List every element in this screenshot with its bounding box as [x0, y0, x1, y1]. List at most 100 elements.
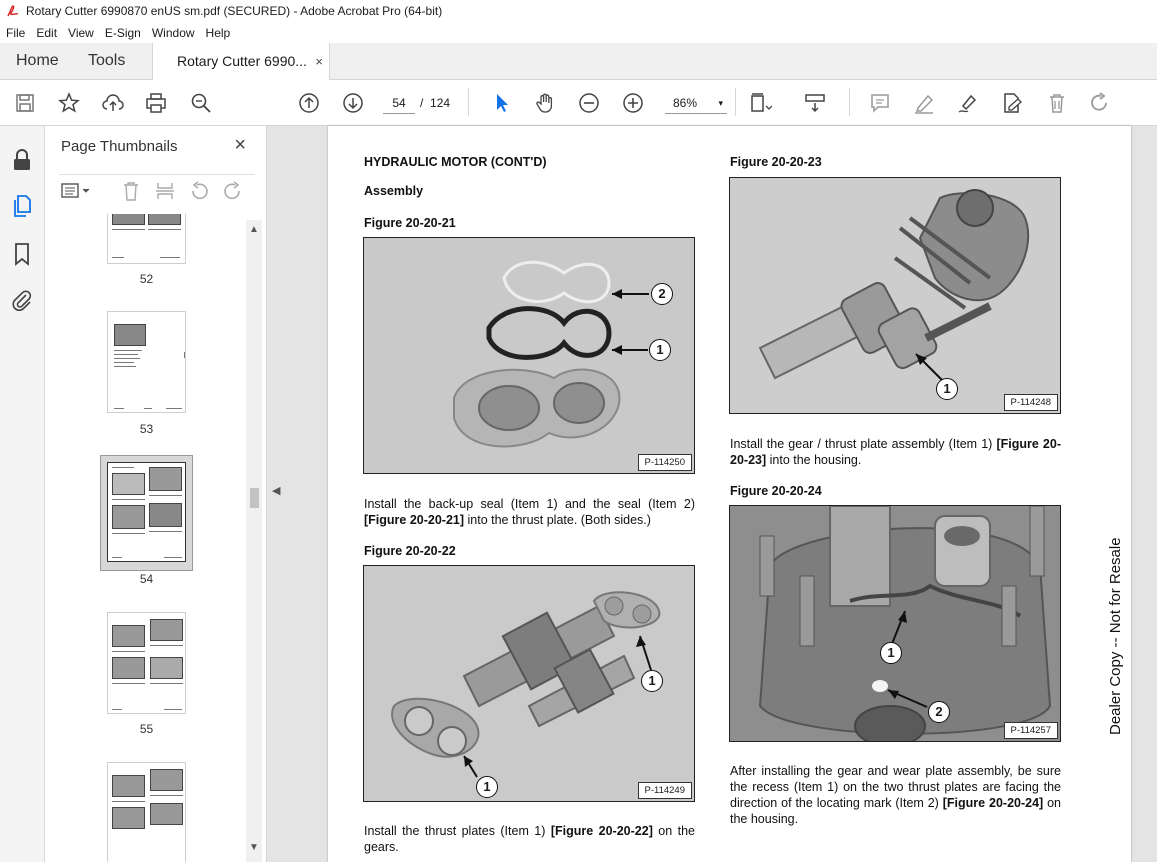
instruction-paragraph: Install the thrust plates (Item 1) [Figu… — [364, 823, 695, 855]
lock-icon[interactable] — [10, 148, 34, 172]
thumbnail-page[interactable] — [107, 311, 186, 413]
menu-window[interactable]: Window — [146, 26, 200, 40]
thumbnail-page[interactable] — [107, 762, 186, 862]
window-title: Rotary Cutter 6990870 enUS sm.pdf (SECUR… — [26, 4, 443, 18]
previous-page-icon[interactable] — [297, 91, 321, 115]
thumbnail-page[interactable] — [107, 214, 186, 264]
thumbnail-scrollbar[interactable]: ▲ ▼ — [246, 220, 262, 862]
tab-tools[interactable]: Tools — [88, 43, 125, 79]
callout-marker: 1 — [880, 642, 902, 664]
figure-title: Figure 20-20-23 — [730, 155, 822, 169]
left-rail — [0, 126, 45, 862]
figure-code: P-114257 — [1003, 722, 1058, 739]
acrobat-icon — [7, 5, 19, 17]
scroll-mode-icon[interactable] — [803, 91, 827, 115]
scroll-down-icon[interactable]: ▼ — [246, 842, 262, 858]
menu-edit[interactable]: Edit — [30, 26, 62, 40]
zoom-value: 86% — [673, 96, 698, 110]
document-tab-label: Rotary Cutter 6990... — [177, 53, 307, 69]
zoom-in-icon[interactable] — [621, 91, 645, 115]
callout-marker: 1 — [476, 776, 498, 798]
highlight-pen-icon[interactable] — [912, 91, 936, 115]
save-icon[interactable] — [13, 91, 37, 115]
figure-image: 1 1 P-114249 — [363, 565, 695, 802]
thumbnail-label: 55 — [139, 722, 154, 736]
star-icon[interactable] — [57, 91, 81, 115]
thumbnail-toolbar — [59, 174, 255, 204]
print-icon[interactable] — [144, 91, 168, 115]
figure-reference-link[interactable]: [Figure 20-20-21] — [364, 513, 464, 527]
callout-marker: 2 — [928, 701, 950, 723]
instruction-text: Install the thrust plates (Item 1) — [364, 824, 551, 838]
sign-pen-icon[interactable] — [956, 91, 980, 115]
edit-pdf-icon[interactable] — [1000, 91, 1024, 115]
menu-view[interactable]: View — [62, 26, 99, 40]
figure-code: P-114250 — [637, 454, 692, 471]
seal-parts-illustration — [453, 260, 649, 448]
instruction-text: Install the back-up seal (Item 1) and th… — [364, 497, 695, 511]
menu-help[interactable]: Help — [200, 26, 236, 40]
page-number-input[interactable]: 54 — [383, 92, 415, 114]
instruction-text: into the housing. — [766, 453, 862, 467]
figure-title: Figure 20-20-24 — [730, 484, 822, 498]
next-page-icon[interactable] — [341, 91, 365, 115]
comment-icon[interactable] — [868, 91, 892, 115]
page-thumbnails-icon[interactable] — [10, 194, 34, 218]
select-cursor-icon[interactable] — [490, 91, 514, 115]
thumbnail-page[interactable] — [107, 612, 186, 714]
rotate-right-icon[interactable] — [223, 181, 243, 201]
figure-reference-link[interactable]: [Figure 20-20-24] — [943, 796, 1043, 810]
thumbnail-label: 54 — [139, 572, 154, 586]
callout-marker: 1 — [936, 378, 958, 400]
figure-image: 2 1 P-114250 — [363, 237, 695, 474]
hand-tool-icon[interactable] — [533, 91, 557, 115]
total-pages: 124 — [430, 96, 451, 110]
housing-top-view-illustration — [758, 506, 1052, 741]
figure-code: P-114248 — [1003, 394, 1058, 411]
toolbar-divider — [849, 88, 850, 116]
figure-code: P-114249 — [637, 782, 692, 799]
close-tab-icon[interactable]: × — [315, 43, 323, 80]
figure-reference-link[interactable]: [Figure 20-20-22] — [551, 824, 653, 838]
tab-document[interactable]: Rotary Cutter 6990... × — [152, 43, 330, 80]
scrollbar-thumb[interactable] — [250, 488, 259, 508]
dealer-watermark: Dealer Copy -- Not for Resale — [1087, 520, 1127, 760]
close-panel-icon[interactable]: × — [234, 134, 246, 157]
callout-marker: 1 — [649, 339, 671, 361]
delete-page-icon[interactable] — [121, 181, 141, 201]
pdf-page: HYDRAULIC MOTOR (CONT'D) Assembly Figure… — [328, 126, 1131, 862]
page-display-icon[interactable] — [749, 91, 773, 115]
figure-title: Figure 20-20-22 — [364, 544, 456, 558]
main-toolbar: 54 / 124 86% ▾ — [0, 80, 1157, 126]
section-heading: HYDRAULIC MOTOR (CONT'D) — [364, 155, 547, 169]
zoom-search-icon[interactable] — [189, 91, 213, 115]
toolbar-divider — [468, 88, 469, 116]
thumbnail-label: 53 — [139, 422, 154, 436]
attachment-icon[interactable] — [10, 288, 34, 312]
delete-icon[interactable] — [1045, 91, 1069, 115]
thumbnail-page-current[interactable] — [107, 462, 186, 562]
menu-esign[interactable]: E-Sign — [99, 26, 146, 40]
tab-home[interactable]: Home — [16, 43, 59, 79]
bookmark-icon[interactable] — [10, 242, 34, 266]
thumbnail-list[interactable]: 52 53 54 55 — [45, 214, 249, 862]
instruction-text: Install the gear / thrust plate assembly… — [730, 437, 997, 451]
page-thumbnails-panel: Page Thumbnails × 52 53 54 55 ▲ ▼ — [45, 126, 267, 862]
tab-bar: Home Tools Rotary Cutter 6990... × — [0, 43, 1157, 80]
menu-bar: File Edit View E-Sign Window Help — [0, 22, 1157, 43]
upload-cloud-icon[interactable] — [101, 91, 125, 115]
chevron-down-icon: ▾ — [718, 98, 723, 108]
redo-icon[interactable] — [1088, 91, 1112, 115]
section-subheading: Assembly — [364, 184, 424, 198]
rotate-left-icon[interactable] — [189, 181, 209, 201]
options-menu-icon[interactable] — [61, 181, 93, 201]
collapse-panel-icon[interactable]: ◀ — [272, 484, 280, 497]
menu-file[interactable]: File — [0, 26, 30, 40]
instruction-paragraph: Install the back-up seal (Item 1) and th… — [364, 496, 695, 528]
zoom-select[interactable]: 86% ▾ — [665, 92, 727, 114]
scroll-up-icon[interactable]: ▲ — [246, 224, 262, 240]
housing-gear-assembly-illustration — [758, 189, 1030, 382]
page-total: / 124 — [420, 92, 450, 114]
zoom-out-icon[interactable] — [577, 91, 601, 115]
extract-page-icon[interactable] — [155, 181, 175, 201]
